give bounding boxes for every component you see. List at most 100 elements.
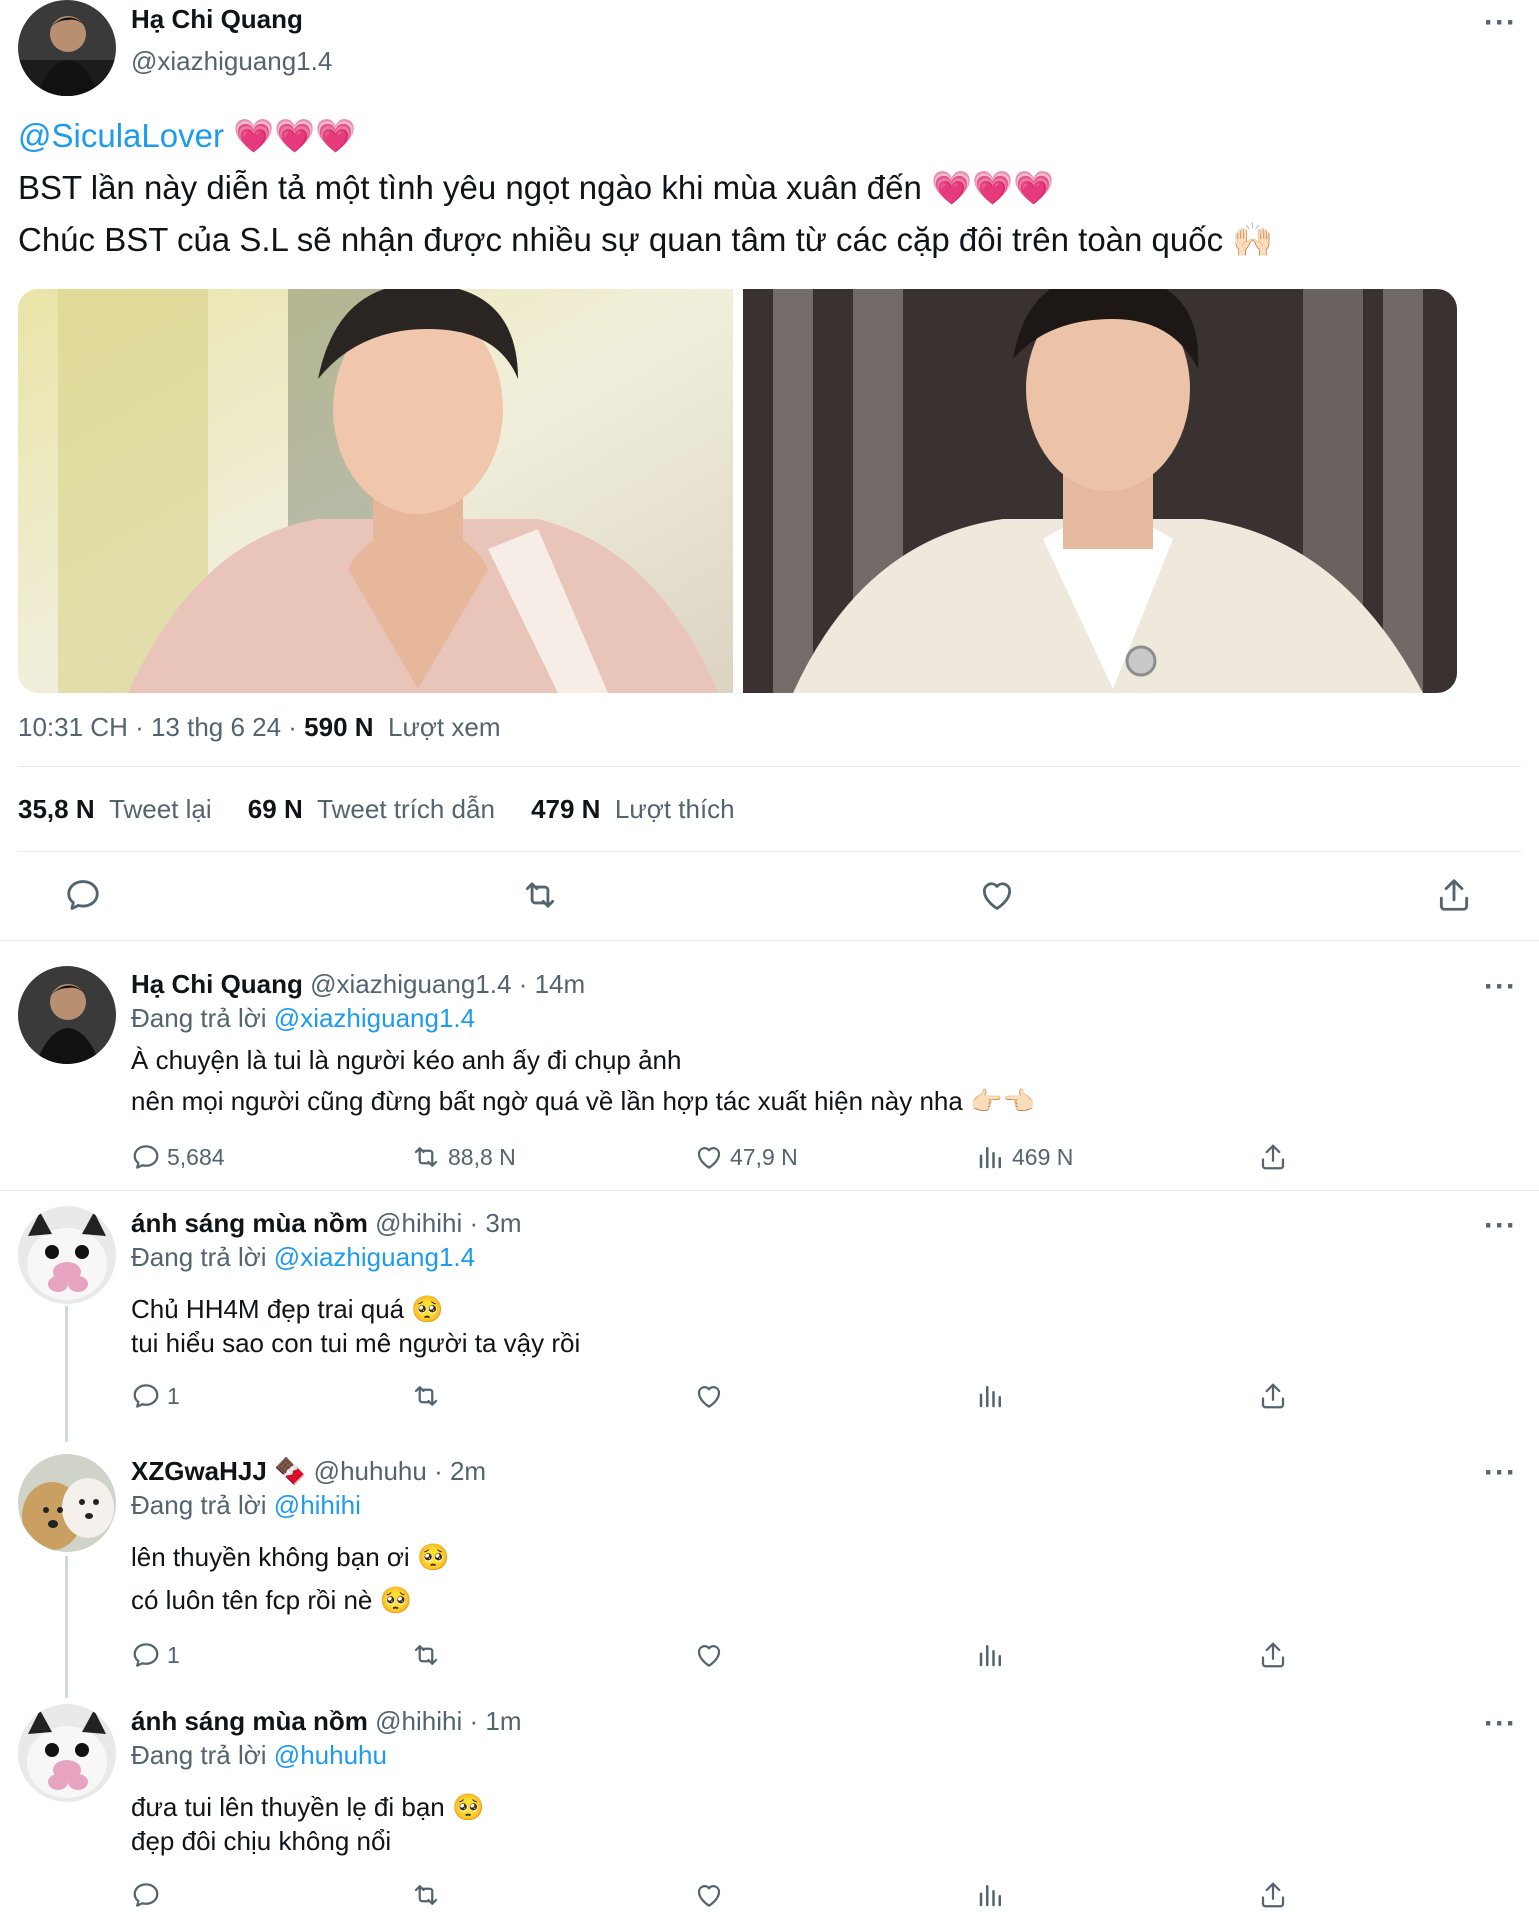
like-button[interactable]: 47,9 N [694,1142,798,1172]
retweet-button[interactable]: 88,8 N [410,1142,516,1172]
views-count: 469 N [1012,1143,1074,1170]
views-count: 590 N [304,712,374,742]
like-icon[interactable] [694,1640,724,1670]
reply-count: 5,684 [167,1143,225,1170]
raising-hands-emoji: 🙌🏻 [1232,221,1274,258]
replying-to-link[interactable]: @huhuhu [274,1740,387,1770]
more-options-icon[interactable]: ··· [1484,1211,1517,1241]
reply-text-line1: đưa tui lên thuyền lẹ đi bạn 🥺 [131,1792,484,1823]
retweet-icon[interactable] [410,1381,442,1411]
more-options-icon[interactable]: ··· [1484,8,1517,38]
reply-count: 1 [167,1382,180,1409]
replying-to-link[interactable]: @xiazhiguang1.4 [274,1242,475,1272]
tweet-timestamp[interactable]: 10:31 CH · 13 thg 6 24 · [18,712,304,742]
replying-to: Đang trả lời @hihihi [131,1490,361,1521]
share-icon[interactable] [1258,1381,1288,1411]
views-icon[interactable] [976,1640,1006,1670]
reply-handle[interactable]: @xiazhiguang1.4 [310,969,511,999]
thread-line [65,1306,68,1442]
pleading-emoji: 🥺 [451,1792,485,1822]
views-icon[interactable] [976,1381,1006,1411]
like-icon[interactable] [694,1381,724,1411]
reply-icon [133,1384,159,1408]
reply-text: đưa tui lên thuyền lẹ đi bạn [131,1792,445,1822]
likes-stat[interactable]: 479 N Lượt thích [531,794,735,824]
reply-header: Hạ Chi Quang @xiazhiguang1.4 · 14m [131,969,585,1000]
tweet-text-line1: @SiculaLover 💗💗💗 [18,116,356,156]
reply-button[interactable]: 1 [131,1381,180,1411]
tweet-stats: 35,8 N Tweet lại 69 N Tweet trích dẫn 47… [18,794,735,825]
retweet-icon[interactable] [520,876,560,914]
avatar[interactable] [18,1454,116,1552]
share-icon[interactable] [1258,1880,1288,1910]
reply-time[interactable]: · 14m [519,969,585,999]
reply-text-line1: Chủ HH4M đẹp trai quá 🥺 [131,1294,444,1325]
avatar[interactable] [18,1704,116,1802]
views-icon[interactable] [976,1880,1006,1910]
reply-header: XZGwaHJJ 🍫 @huhuhu · 2m [131,1456,486,1487]
retweets-count: 35,8 N [18,794,95,824]
reply-icon[interactable] [131,1880,161,1910]
reply-author-name[interactable]: XZGwaHJJ [131,1456,267,1486]
reply-icon[interactable] [64,876,102,914]
reply-text-line2: đẹp đôi chịu không nổi [131,1826,392,1856]
divider [18,766,1521,767]
share-icon[interactable] [1258,1142,1288,1172]
mention-link[interactable]: @SiculaLover [18,117,224,154]
reply-time[interactable]: · 3m [470,1208,522,1238]
share-icon[interactable] [1435,876,1473,914]
more-options-icon[interactable]: ··· [1484,972,1517,1002]
retweets-stat[interactable]: 35,8 N Tweet lại [18,794,212,824]
replying-prefix: Đang trả lời [131,1242,267,1272]
retweet-icon[interactable] [410,1640,442,1670]
retweet-count: 88,8 N [448,1143,516,1170]
author-name[interactable]: Hạ Chi Quang [131,4,303,35]
quotes-stat[interactable]: 69 N Tweet trích dẫn [248,794,495,824]
heart-emoji: 💗💗💗 [931,169,1055,206]
likes-label: Lượt thích [614,794,735,824]
reply-time[interactable]: · 1m [470,1706,522,1736]
author-handle[interactable]: @xiazhiguang1.4 [131,46,332,77]
reply-author-name[interactable]: ánh sáng mùa nồm [131,1208,368,1238]
quotes-count: 69 N [247,794,303,824]
reply-author-name[interactable]: ánh sáng mùa nồm [131,1706,368,1736]
reply-text-line1: À chuyện là tui là người kéo anh ấy đi c… [131,1045,682,1075]
reply-text-line1: lên thuyền không bạn ơi 🥺 [131,1542,449,1573]
divider [0,940,1539,941]
reply-author-name[interactable]: Hạ Chi Quang [131,969,303,999]
tweet-text: Chúc BST của S.L sẽ nhận được nhiều sự q… [18,221,1224,258]
divider [0,1190,1539,1191]
like-icon[interactable] [978,876,1016,914]
tweet-meta: 10:31 CH · 13 thg 6 24 · 590 N Lượt xem [18,712,501,743]
pleading-emoji: 🥺 [416,1542,450,1572]
more-options-icon[interactable]: ··· [1484,1458,1517,1488]
tweet-photo-2[interactable] [743,289,1457,693]
avatar[interactable] [18,1206,116,1304]
more-options-icon[interactable]: ··· [1484,1709,1517,1739]
pointing-emoji: 👉🏻👈🏻 [970,1086,1035,1116]
reply-button[interactable]: 1 [131,1640,180,1670]
reply-handle[interactable]: @huhuhu [314,1456,427,1486]
tweet-photo-1[interactable] [18,289,733,693]
reply-button[interactable]: 5,684 [131,1142,225,1172]
retweet-icon [414,1147,438,1167]
avatar[interactable] [18,0,116,96]
pleading-emoji: 🥺 [411,1294,444,1324]
replying-to-link[interactable]: @hihihi [274,1490,361,1520]
reply-time[interactable]: · 2m [434,1456,486,1486]
share-icon[interactable] [1258,1640,1288,1670]
reply-handle[interactable]: @hihihi [375,1706,462,1736]
reply-header: ánh sáng mùa nồm @hihihi · 1m [131,1706,522,1737]
replying-to: Đang trả lời @xiazhiguang1.4 [131,1242,475,1273]
views-button[interactable]: 469 N [976,1142,1073,1172]
retweets-label: Tweet lại [109,794,212,824]
replying-prefix: Đang trả lời [131,1003,267,1033]
replying-to: Đang trả lời @xiazhiguang1.4 [131,1003,475,1034]
reply-icon [133,1643,159,1667]
retweet-icon[interactable] [410,1880,442,1910]
like-icon[interactable] [694,1880,724,1910]
replying-to-link[interactable]: @xiazhiguang1.4 [274,1003,475,1033]
reply-text-line2: nên mọi người cũng đừng bất ngờ quá về l… [131,1086,1035,1117]
avatar[interactable] [18,966,116,1064]
reply-handle[interactable]: @hihihi [375,1208,462,1238]
